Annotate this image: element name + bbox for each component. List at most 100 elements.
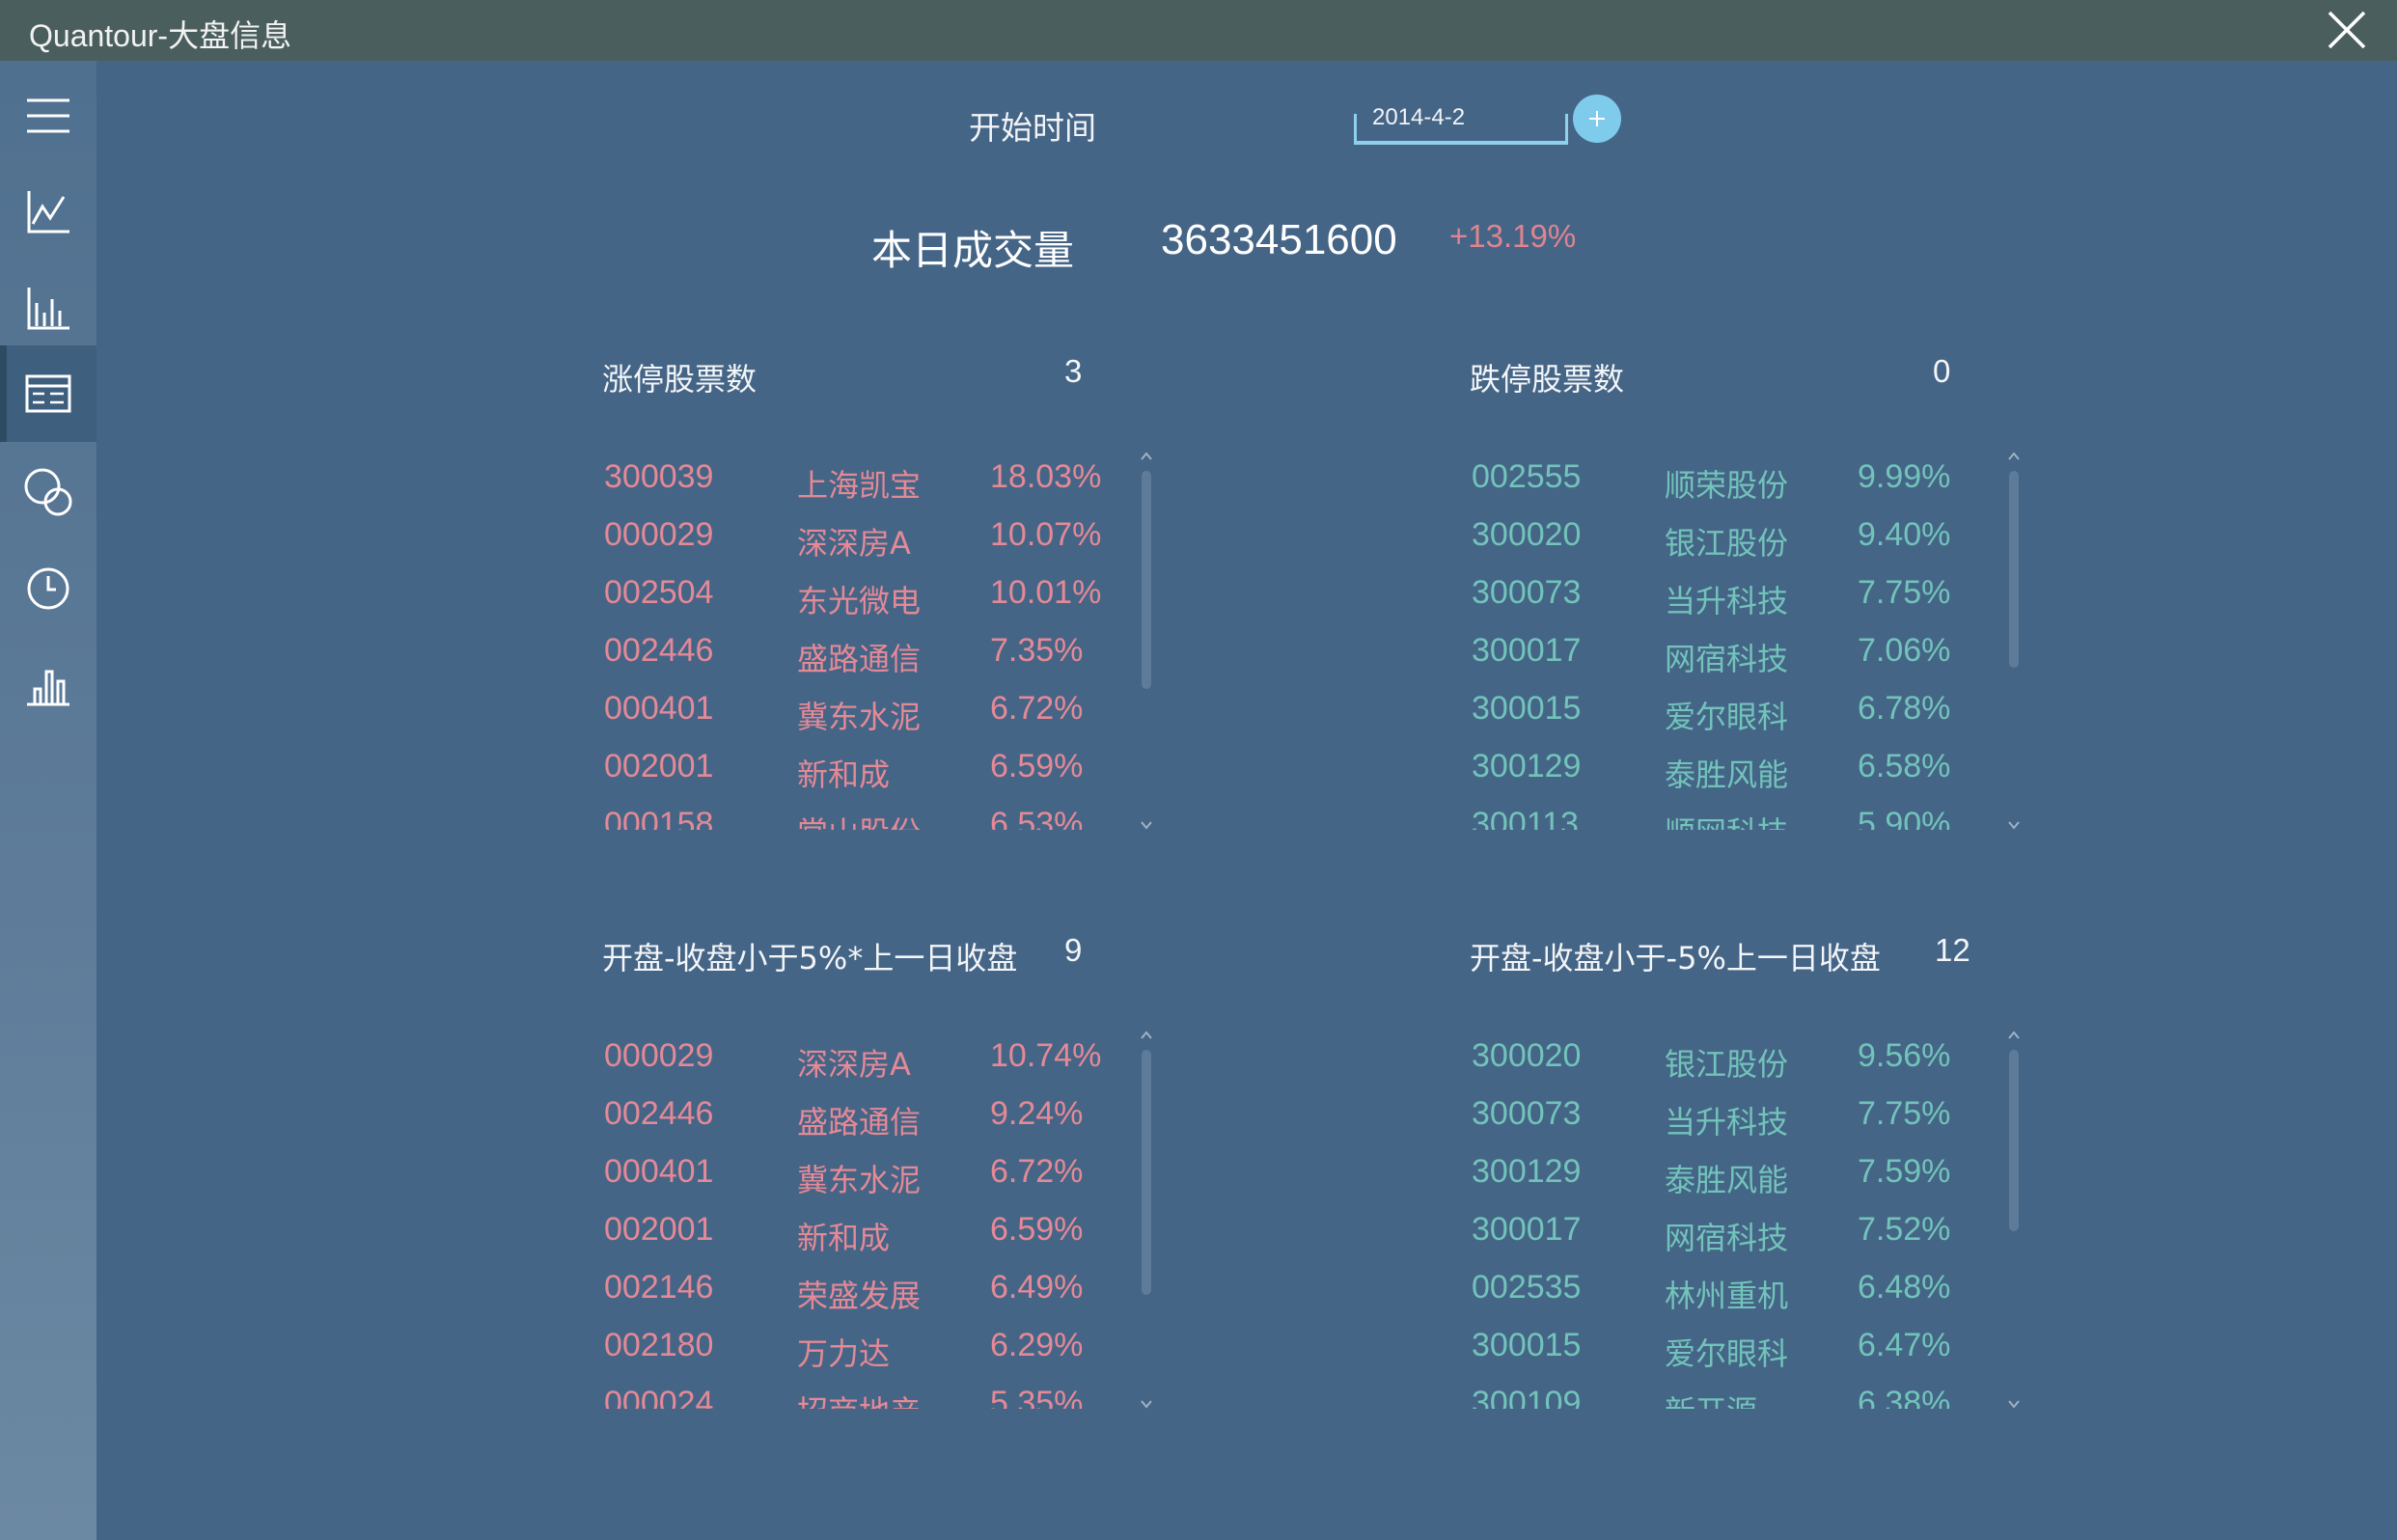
stock-code: 000158	[604, 806, 714, 830]
limit-down-scrollbar[interactable]	[2002, 450, 2025, 832]
stock-row[interactable]: 002180 万力达 6.29%	[604, 1320, 1144, 1378]
open-close-down-list[interactable]: 300020 银江股份 9.56% 300073 当升科技 7.75% 300129 泰胜风能…	[1472, 1031, 2012, 1409]
limit-up-scrollbar[interactable]	[1135, 450, 1158, 832]
sidebar-item-bar-chart[interactable]	[0, 261, 96, 357]
stock-row[interactable]: 000401 冀东水泥 6.72%	[604, 683, 1144, 741]
open-close-down-title: 开盘-收盘小于-5%上一日收盘	[1470, 940, 1881, 976]
scroll-down-icon[interactable]	[1139, 818, 1154, 832]
stock-row[interactable]: 300015 爱尔眼科 6.47%	[1472, 1320, 2012, 1378]
limit-up-count: 3	[1064, 353, 1083, 389]
stock-code: 002446	[604, 1095, 714, 1132]
limit-up-title: 涨停股票数	[602, 361, 758, 398]
stock-code: 300017	[1472, 632, 1582, 669]
stock-row[interactable]: 300129 泰胜风能 6.58%	[1472, 741, 2012, 799]
scroll-down-icon[interactable]	[1139, 1397, 1154, 1411]
stock-code: 002146	[604, 1269, 714, 1306]
add-button[interactable]	[1573, 95, 1621, 143]
stock-row[interactable]: 300109 新开源 6.38%	[1472, 1378, 2012, 1409]
volume-change: +13.19%	[1449, 218, 1577, 254]
stock-row[interactable]: 002001 新和成 6.59%	[604, 741, 1144, 799]
sidebar-item-menu[interactable]	[0, 68, 96, 164]
stock-pct: 9.24%	[990, 1095, 1084, 1132]
stock-name: 银江股份	[1665, 1046, 1789, 1083]
stock-name: 东光微电	[797, 583, 922, 619]
stock-code: 300129	[1472, 748, 1582, 784]
stock-pct: 10.07%	[990, 516, 1102, 553]
stock-row[interactable]: 300017 网宿科技 7.52%	[1472, 1204, 2012, 1262]
stock-row[interactable]: 300129 泰胜风能 7.59%	[1472, 1146, 2012, 1204]
stock-row[interactable]: 300017 网宿科技 7.06%	[1472, 625, 2012, 683]
stock-row[interactable]: 000029 深深房A 10.07%	[604, 509, 1144, 567]
stock-name: 盛路通信	[797, 1104, 922, 1141]
scroll-up-icon[interactable]	[2006, 450, 2022, 463]
stock-row[interactable]: 300039 上海凯宝 18.03%	[604, 452, 1144, 509]
open-close-down-scrollbar[interactable]	[2002, 1029, 2025, 1411]
scroll-down-icon[interactable]	[2006, 818, 2022, 832]
stock-pct: 7.59%	[1858, 1153, 1951, 1190]
line-chart-icon	[27, 191, 69, 234]
stock-pct: 6.47%	[1858, 1327, 1951, 1363]
stock-row[interactable]: 000158 常山股份 6.53%	[604, 799, 1144, 830]
stock-pct: 10.01%	[990, 574, 1102, 611]
stock-name: 新和成	[797, 756, 891, 793]
stock-row[interactable]: 300113 顺网科技 5.90%	[1472, 799, 2012, 830]
stock-pct: 6.72%	[990, 1153, 1084, 1190]
stock-code: 000401	[604, 1153, 714, 1190]
open-close-up-scrollbar[interactable]	[1135, 1029, 1158, 1411]
stock-row[interactable]: 002146 荣盛发展 6.49%	[604, 1262, 1144, 1320]
scroll-up-icon[interactable]	[1139, 1029, 1154, 1042]
stock-row[interactable]: 002446 盛路通信 7.35%	[604, 625, 1144, 683]
scroll-up-icon[interactable]	[1139, 450, 1154, 463]
limit-down-list[interactable]: 002555 顺荣股份 9.99% 300020 银江股份 9.40% 300073 当升科技…	[1472, 452, 2012, 830]
stock-code: 002001	[604, 748, 714, 784]
date-field[interactable]	[1354, 95, 1568, 145]
sidebar-item-line-chart[interactable]	[0, 164, 96, 261]
scroll-down-icon[interactable]	[2006, 1397, 2022, 1411]
volume-value: 3633451600	[1161, 216, 1397, 263]
stock-code: 000024	[604, 1385, 714, 1409]
open-close-up-count: 9	[1064, 932, 1083, 968]
stock-row[interactable]: 000401 冀东水泥 6.72%	[604, 1146, 1144, 1204]
limit-up-list[interactable]: 300039 上海凯宝 18.03% 000029 深深房A 10.07% 002504 东光…	[604, 452, 1144, 830]
open-close-up-list[interactable]: 000029 深深房A 10.74% 002446 盛路通信 9.24% 000401 冀东水…	[604, 1031, 1144, 1409]
scroll-thumb[interactable]	[1142, 471, 1151, 689]
stock-code: 300109	[1472, 1385, 1582, 1409]
stock-row[interactable]: 000024 招商地产 5.35%	[604, 1378, 1144, 1409]
sidebar-item-circles[interactable]	[0, 444, 96, 540]
stock-row[interactable]: 002535 林州重机 6.48%	[1472, 1262, 2012, 1320]
scroll-up-icon[interactable]	[2006, 1029, 2022, 1042]
stock-row[interactable]: 300073 当升科技 7.75%	[1472, 567, 2012, 625]
stock-row[interactable]: 000029 深深房A 10.74%	[604, 1031, 1144, 1088]
stock-row[interactable]: 002504 东光微电 10.01%	[604, 567, 1144, 625]
stock-row[interactable]: 300073 当升科技 7.75%	[1472, 1088, 2012, 1146]
scroll-thumb[interactable]	[2009, 1050, 2019, 1231]
sidebar-item-clock[interactable]	[0, 540, 96, 637]
stock-row[interactable]: 300020 银江股份 9.40%	[1472, 509, 2012, 567]
limit-down-count: 0	[1933, 353, 1951, 389]
close-icon[interactable]	[2322, 5, 2372, 55]
date-input[interactable]	[1372, 100, 1556, 135]
stock-row[interactable]: 002446 盛路通信 9.24%	[604, 1088, 1144, 1146]
stock-row[interactable]: 300020 银江股份 9.56%	[1472, 1031, 2012, 1088]
sidebar-item-table[interactable]	[0, 345, 96, 442]
table-list-icon	[25, 374, 71, 413]
stock-row[interactable]: 002555 顺荣股份 9.99%	[1472, 452, 2012, 509]
stock-pct: 6.59%	[990, 748, 1084, 784]
stock-code: 300015	[1472, 1327, 1582, 1363]
limit-down-title: 跌停股票数	[1470, 361, 1625, 398]
scroll-thumb[interactable]	[1142, 1050, 1151, 1295]
scroll-thumb[interactable]	[2009, 471, 2019, 668]
stock-name: 爱尔眼科	[1665, 699, 1789, 735]
sidebar	[0, 61, 96, 1540]
stock-pct: 9.40%	[1858, 516, 1951, 553]
stock-code: 000029	[604, 1037, 714, 1074]
stock-row[interactable]: 002001 新和成 6.59%	[604, 1204, 1144, 1262]
stock-code: 300020	[1472, 516, 1582, 553]
bar-chart-icon	[27, 288, 69, 330]
stock-pct: 6.72%	[990, 690, 1084, 727]
stock-code: 300129	[1472, 1153, 1582, 1190]
stock-row[interactable]: 300015 爱尔眼科 6.78%	[1472, 683, 2012, 741]
sidebar-item-bar-stats[interactable]	[0, 637, 96, 733]
close-button[interactable]	[2322, 5, 2372, 55]
stock-pct: 7.35%	[990, 632, 1084, 669]
